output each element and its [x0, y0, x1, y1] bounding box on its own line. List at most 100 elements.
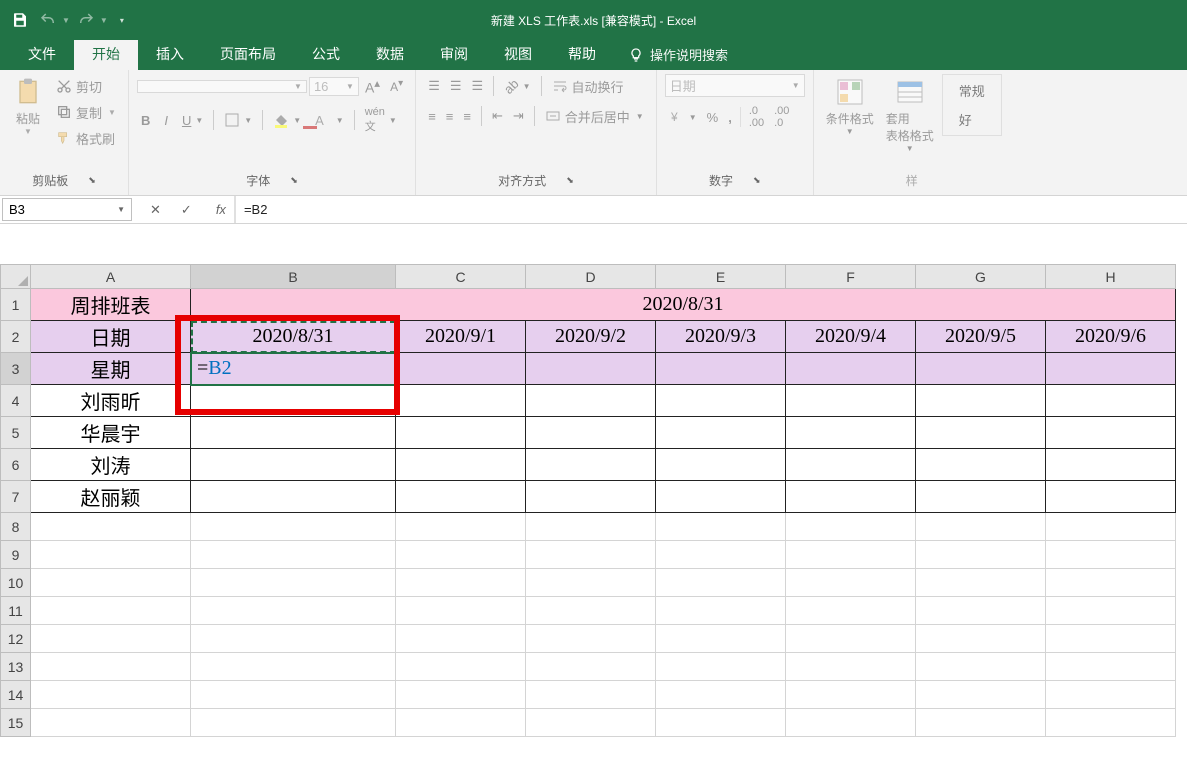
cell-C13[interactable]: [396, 653, 526, 681]
align-bottom-button[interactable]: ☰: [468, 74, 488, 98]
col-header-A[interactable]: A: [31, 265, 191, 289]
cell-A11[interactable]: [31, 597, 191, 625]
number-launcher-icon[interactable]: ⬊: [753, 175, 761, 186]
cell-A3[interactable]: 星期: [31, 353, 191, 385]
name-box-dropdown-icon[interactable]: ▼: [117, 205, 125, 214]
clipboard-launcher-icon[interactable]: ⬊: [88, 175, 96, 186]
tab-home[interactable]: 开始: [74, 38, 138, 70]
phonetic-button[interactable]: wén文▼: [361, 104, 401, 136]
cell-D11[interactable]: [526, 597, 656, 625]
cell-G5[interactable]: [916, 417, 1046, 449]
cell-E4[interactable]: [656, 385, 786, 417]
cell-H5[interactable]: [1046, 417, 1176, 449]
cell-G9[interactable]: [916, 541, 1046, 569]
orientation-button[interactable]: ab▼: [500, 74, 534, 98]
row-header-3[interactable]: 3: [1, 353, 31, 385]
underline-button[interactable]: U▼: [178, 108, 207, 132]
cell-C12[interactable]: [396, 625, 526, 653]
row-header-8[interactable]: 8: [1, 513, 31, 541]
cell-C11[interactable]: [396, 597, 526, 625]
tab-insert[interactable]: 插入: [138, 38, 202, 70]
cell-B6[interactable]: [191, 449, 396, 481]
cell-F2[interactable]: 2020/9/4: [786, 321, 916, 353]
cell-C8[interactable]: [396, 513, 526, 541]
cell-A13[interactable]: [31, 653, 191, 681]
cut-button[interactable]: 剪切: [52, 74, 120, 98]
cell-C15[interactable]: [396, 709, 526, 737]
cell-C3[interactable]: [396, 353, 526, 385]
cell-B5[interactable]: [191, 417, 396, 449]
cell-B7[interactable]: [191, 481, 396, 513]
font-size-combo[interactable]: 16▼: [309, 77, 359, 96]
accounting-format-button[interactable]: ¥▼: [665, 105, 701, 129]
align-right-button[interactable]: ≡: [459, 104, 475, 128]
cell-D7[interactable]: [526, 481, 656, 513]
col-header-D[interactable]: D: [526, 265, 656, 289]
cell-E6[interactable]: [656, 449, 786, 481]
cell-H2[interactable]: 2020/9/6: [1046, 321, 1176, 353]
col-header-C[interactable]: C: [396, 265, 526, 289]
cell-C4[interactable]: [396, 385, 526, 417]
col-header-G[interactable]: G: [916, 265, 1046, 289]
cell-F6[interactable]: [786, 449, 916, 481]
cell-A2[interactable]: 日期: [31, 321, 191, 353]
tab-help[interactable]: 帮助: [550, 38, 614, 70]
cell-H6[interactable]: [1046, 449, 1176, 481]
cell-H13[interactable]: [1046, 653, 1176, 681]
cell-F9[interactable]: [786, 541, 916, 569]
cell-E14[interactable]: [656, 681, 786, 709]
bold-button[interactable]: B: [137, 108, 154, 132]
increase-decimal-button[interactable]: .0.00: [745, 103, 768, 131]
font-family-combo[interactable]: ▼: [137, 80, 307, 93]
cell-E7[interactable]: [656, 481, 786, 513]
cell-A15[interactable]: [31, 709, 191, 737]
cell-C9[interactable]: [396, 541, 526, 569]
cell-H7[interactable]: [1046, 481, 1176, 513]
format-painter-button[interactable]: 格式刷: [52, 126, 120, 150]
col-header-F[interactable]: F: [786, 265, 916, 289]
cell-C10[interactable]: [396, 569, 526, 597]
cell-D8[interactable]: [526, 513, 656, 541]
cell-A5[interactable]: 华晨宇: [31, 417, 191, 449]
cell-G14[interactable]: [916, 681, 1046, 709]
col-header-B[interactable]: B: [191, 265, 396, 289]
cell-D14[interactable]: [526, 681, 656, 709]
comma-button[interactable]: ,: [724, 105, 736, 129]
cell-G15[interactable]: [916, 709, 1046, 737]
row-header-7[interactable]: 7: [1, 481, 31, 513]
cell-G10[interactable]: [916, 569, 1046, 597]
row-header-1[interactable]: 1: [1, 289, 31, 321]
cell-D15[interactable]: [526, 709, 656, 737]
font-launcher-icon[interactable]: ⬊: [290, 175, 298, 186]
cell-F8[interactable]: [786, 513, 916, 541]
cell-E10[interactable]: [656, 569, 786, 597]
cell-B8[interactable]: [191, 513, 396, 541]
undo-dropdown-icon[interactable]: ▼: [62, 16, 70, 25]
cell-B1-merged[interactable]: 2020/8/31: [191, 289, 1176, 321]
increase-indent-button[interactable]: ⇥: [509, 104, 528, 128]
cell-D6[interactable]: [526, 449, 656, 481]
cell-D2[interactable]: 2020/9/2: [526, 321, 656, 353]
row-header-10[interactable]: 10: [1, 569, 31, 597]
cell-G13[interactable]: [916, 653, 1046, 681]
cell-E12[interactable]: [656, 625, 786, 653]
formula-enter-button[interactable]: ✓: [175, 200, 198, 220]
cell-C7[interactable]: [396, 481, 526, 513]
cell-H4[interactable]: [1046, 385, 1176, 417]
align-launcher-icon[interactable]: ⬊: [566, 175, 574, 186]
cell-E3[interactable]: [656, 353, 786, 385]
tell-me-search[interactable]: 操作说明搜索: [614, 39, 742, 70]
cell-A4[interactable]: 刘雨昕: [31, 385, 191, 417]
cell-B3[interactable]: =B2: [191, 353, 396, 385]
cell-H8[interactable]: [1046, 513, 1176, 541]
cell-H10[interactable]: [1046, 569, 1176, 597]
cell-E9[interactable]: [656, 541, 786, 569]
cell-B12[interactable]: [191, 625, 396, 653]
cell-B14[interactable]: [191, 681, 396, 709]
cell-F3[interactable]: [786, 353, 916, 385]
copy-button[interactable]: 复制▼: [52, 100, 120, 124]
fx-icon[interactable]: fx: [208, 196, 235, 223]
cell-G2[interactable]: 2020/9/5: [916, 321, 1046, 353]
row-header-12[interactable]: 12: [1, 625, 31, 653]
conditional-format-button[interactable]: 条件格式▼: [822, 74, 878, 138]
